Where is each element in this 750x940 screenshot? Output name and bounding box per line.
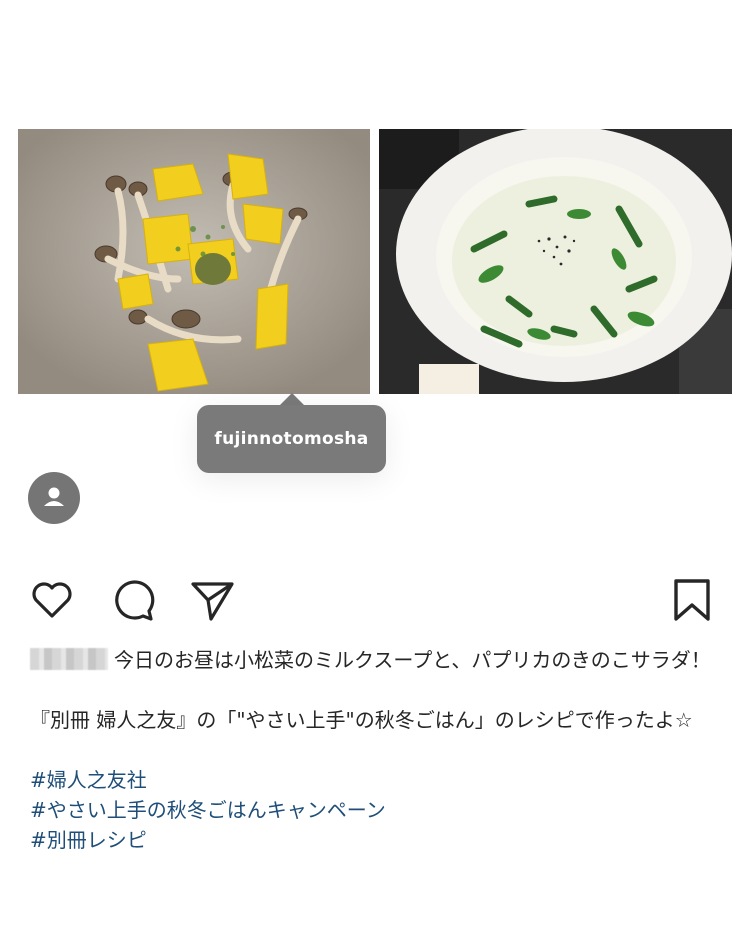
- tagged-username[interactable]: fujinnotomosha: [214, 429, 368, 449]
- comment-icon: [115, 580, 155, 621]
- bookmark-icon: [674, 579, 710, 621]
- post-carousel[interactable]: [18, 129, 732, 394]
- author-username-blurred[interactable]: [30, 648, 108, 670]
- hashtag-link[interactable]: #別冊レシピ: [30, 825, 720, 855]
- hashtag-link[interactable]: #婦人之友社: [30, 765, 720, 795]
- comment-button[interactable]: [108, 576, 156, 624]
- caption-line-2: 『別冊 婦人之友』の「"やさい上手"の秋冬ごはん」のレシピで作ったよ☆: [30, 708, 693, 732]
- caption-paragraph-1: 今日のお昼は小松菜のミルクスープと、パプリカのきのこサラダ！: [30, 645, 720, 675]
- hashtag-link[interactable]: #やさい上手の秋冬ごはんキャンペーン: [30, 795, 720, 825]
- share-button[interactable]: [188, 576, 236, 624]
- post-photo-paprika-salad[interactable]: [18, 129, 370, 394]
- user-tag-bubble[interactable]: fujinnotomosha: [197, 405, 386, 473]
- like-button[interactable]: [28, 576, 76, 624]
- person-icon[interactable]: [28, 472, 80, 524]
- post-caption: 今日のお昼は小松菜のミルクスープと、パプリカのきのこサラダ！ 『別冊 婦人之友』…: [30, 645, 720, 855]
- save-button[interactable]: [668, 576, 716, 624]
- caption-line-1: 今日のお昼は小松菜のミルクスープと、パプリカのきのこサラダ！: [114, 648, 711, 672]
- heart-icon: [32, 582, 72, 618]
- send-icon: [191, 582, 234, 621]
- post-photo-milk-soup[interactable]: [379, 129, 732, 394]
